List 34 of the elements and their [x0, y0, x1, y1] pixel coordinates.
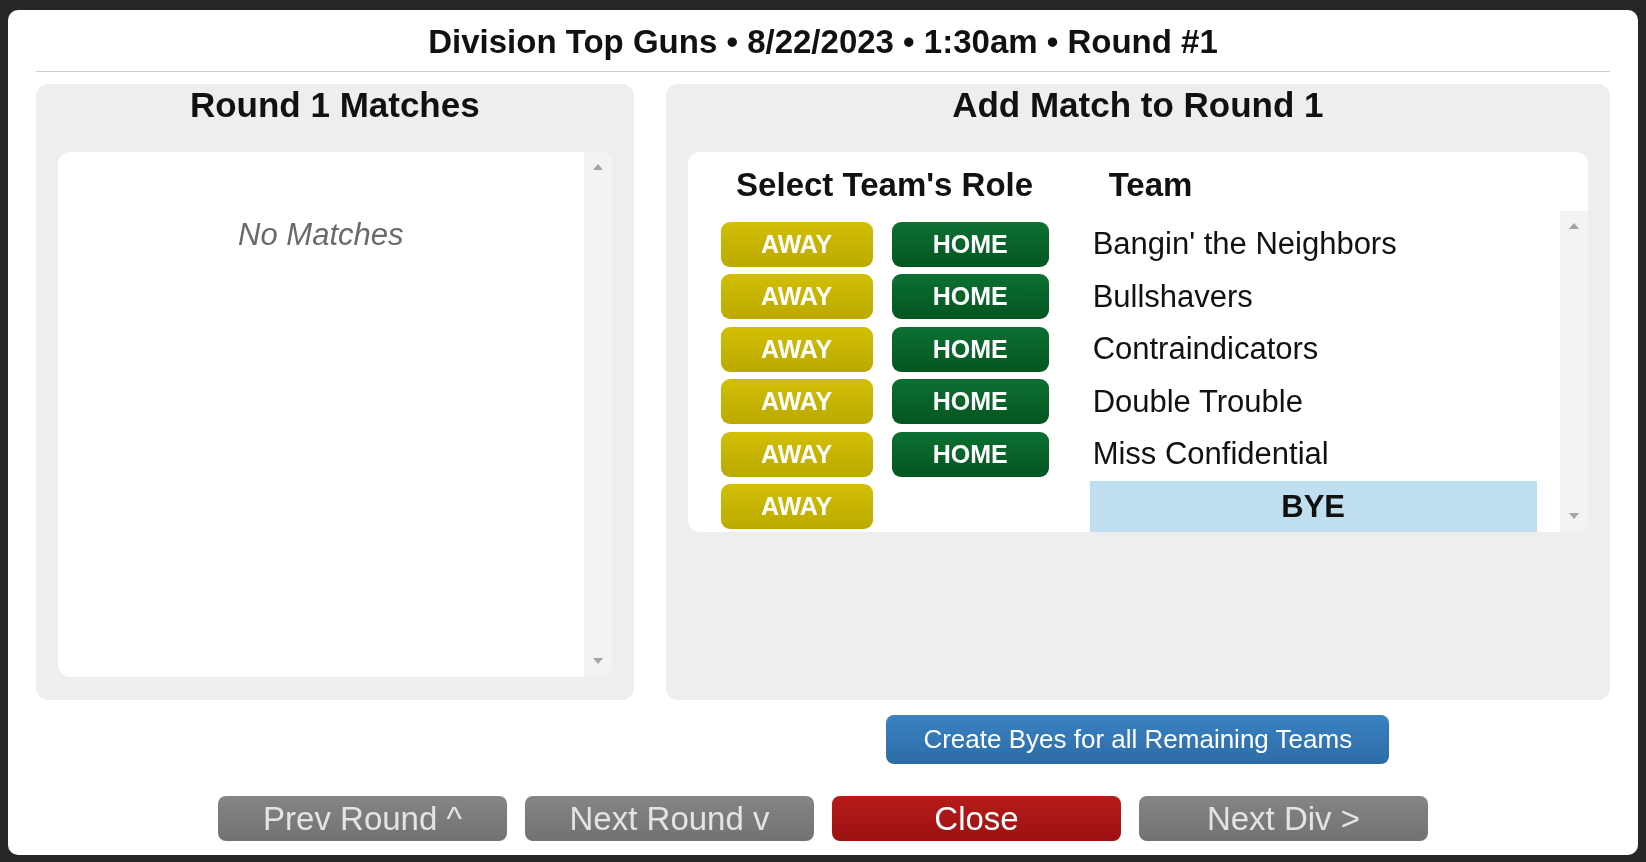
scrollbar[interactable]	[583, 152, 612, 677]
team-name: Bullshavers	[1091, 278, 1253, 315]
column-header: Select Team's Role	[736, 167, 1034, 205]
role-button[interactable]: AWAY	[720, 379, 873, 425]
role-button[interactable]: HOME	[891, 274, 1049, 320]
role-button[interactable]: AWAY	[720, 274, 873, 320]
empty-message: No Matches	[238, 217, 404, 253]
bye-slot: BYE	[1089, 480, 1537, 532]
role-button[interactable]: AWAY	[720, 484, 873, 530]
role-button[interactable]: HOME	[891, 379, 1049, 425]
up-triangle-icon[interactable]	[1569, 223, 1579, 229]
create-byes-button[interactable]: Create Byes for all Remaining Teams	[886, 715, 1390, 764]
close-button[interactable]: Close	[832, 796, 1121, 841]
column-header: Team	[1108, 166, 1193, 203]
role-button[interactable]: AWAY	[720, 431, 873, 477]
nav-button[interactable]: Next Div >	[1139, 796, 1428, 841]
up-triangle-icon[interactable]	[592, 164, 603, 170]
team-name: Bangin' the Neighbors	[1091, 226, 1397, 263]
role-button[interactable]: AWAY	[720, 221, 873, 267]
panel-title: Add Match to Round 1	[952, 86, 1324, 124]
role-button[interactable]: HOME	[891, 431, 1049, 477]
role-button[interactable]: HOME	[891, 221, 1049, 267]
down-triangle-icon[interactable]	[1569, 513, 1579, 519]
role-button[interactable]: HOME	[891, 326, 1049, 372]
scrollbar[interactable]	[1560, 211, 1588, 532]
dialog-title: Division Top Guns • 8/22/2023 • 1:30am • Round #1	[428, 24, 1218, 60]
team-name: Double Trouble	[1091, 383, 1303, 420]
team-name: Contraindicators	[1091, 331, 1319, 368]
role-button[interactable]: AWAY	[720, 326, 873, 372]
down-triangle-icon[interactable]	[592, 658, 603, 664]
team-name: Miss Confidential	[1091, 436, 1329, 473]
nav-button[interactable]: Prev Round ^	[218, 796, 507, 841]
panel-title: Round 1 Matches	[189, 86, 480, 124]
nav-button[interactable]: Next Round v	[525, 796, 814, 841]
